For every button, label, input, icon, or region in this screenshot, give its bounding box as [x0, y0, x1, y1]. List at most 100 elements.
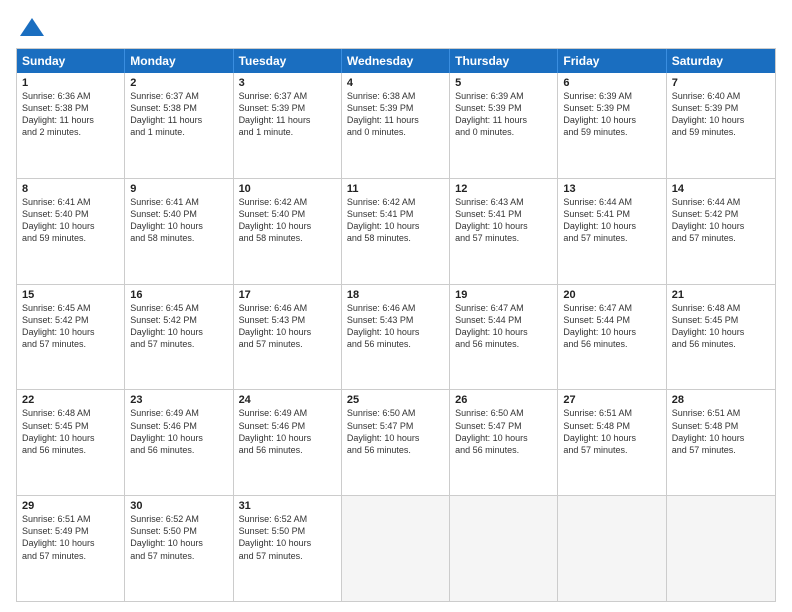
day-number: 20	[563, 289, 660, 301]
day-number: 27	[563, 394, 660, 406]
day-number: 14	[672, 183, 770, 195]
calendar-cell: 3Sunrise: 6:37 AM Sunset: 5:39 PM Daylig…	[234, 73, 342, 178]
day-info: Sunrise: 6:37 AM Sunset: 5:39 PM Dayligh…	[239, 90, 336, 139]
calendar-cell: 15Sunrise: 6:45 AM Sunset: 5:42 PM Dayli…	[17, 285, 125, 390]
day-info: Sunrise: 6:46 AM Sunset: 5:43 PM Dayligh…	[347, 302, 444, 351]
calendar-cell: 30Sunrise: 6:52 AM Sunset: 5:50 PM Dayli…	[125, 496, 233, 601]
calendar-cell: 17Sunrise: 6:46 AM Sunset: 5:43 PM Dayli…	[234, 285, 342, 390]
day-info: Sunrise: 6:51 AM Sunset: 5:49 PM Dayligh…	[22, 513, 119, 562]
calendar-cell: 23Sunrise: 6:49 AM Sunset: 5:46 PM Dayli…	[125, 390, 233, 495]
day-number: 8	[22, 183, 119, 195]
calendar-row-4: 29Sunrise: 6:51 AM Sunset: 5:49 PM Dayli…	[17, 495, 775, 601]
day-info: Sunrise: 6:48 AM Sunset: 5:45 PM Dayligh…	[672, 302, 770, 351]
day-number: 2	[130, 77, 227, 89]
day-number: 26	[455, 394, 552, 406]
calendar-cell: 4Sunrise: 6:38 AM Sunset: 5:39 PM Daylig…	[342, 73, 450, 178]
calendar-cell: 19Sunrise: 6:47 AM Sunset: 5:44 PM Dayli…	[450, 285, 558, 390]
day-number: 21	[672, 289, 770, 301]
day-info: Sunrise: 6:50 AM Sunset: 5:47 PM Dayligh…	[347, 407, 444, 456]
calendar-cell: 7Sunrise: 6:40 AM Sunset: 5:39 PM Daylig…	[667, 73, 775, 178]
weekday-header-tuesday: Tuesday	[234, 49, 342, 73]
day-number: 23	[130, 394, 227, 406]
day-number: 13	[563, 183, 660, 195]
weekday-header-saturday: Saturday	[667, 49, 775, 73]
calendar-cell: 16Sunrise: 6:45 AM Sunset: 5:42 PM Dayli…	[125, 285, 233, 390]
calendar-cell	[558, 496, 666, 601]
calendar-body: 1Sunrise: 6:36 AM Sunset: 5:38 PM Daylig…	[17, 73, 775, 601]
day-info: Sunrise: 6:39 AM Sunset: 5:39 PM Dayligh…	[455, 90, 552, 139]
day-number: 29	[22, 500, 119, 512]
calendar-cell: 18Sunrise: 6:46 AM Sunset: 5:43 PM Dayli…	[342, 285, 450, 390]
day-info: Sunrise: 6:38 AM Sunset: 5:39 PM Dayligh…	[347, 90, 444, 139]
day-number: 17	[239, 289, 336, 301]
calendar-row-1: 8Sunrise: 6:41 AM Sunset: 5:40 PM Daylig…	[17, 178, 775, 284]
day-info: Sunrise: 6:45 AM Sunset: 5:42 PM Dayligh…	[22, 302, 119, 351]
day-info: Sunrise: 6:41 AM Sunset: 5:40 PM Dayligh…	[130, 196, 227, 245]
day-info: Sunrise: 6:49 AM Sunset: 5:46 PM Dayligh…	[130, 407, 227, 456]
day-info: Sunrise: 6:52 AM Sunset: 5:50 PM Dayligh…	[239, 513, 336, 562]
day-info: Sunrise: 6:40 AM Sunset: 5:39 PM Dayligh…	[672, 90, 770, 139]
calendar-cell	[667, 496, 775, 601]
day-number: 24	[239, 394, 336, 406]
calendar-cell: 28Sunrise: 6:51 AM Sunset: 5:48 PM Dayli…	[667, 390, 775, 495]
day-number: 12	[455, 183, 552, 195]
day-info: Sunrise: 6:42 AM Sunset: 5:40 PM Dayligh…	[239, 196, 336, 245]
day-number: 19	[455, 289, 552, 301]
logo-icon	[18, 14, 46, 42]
calendar-row-0: 1Sunrise: 6:36 AM Sunset: 5:38 PM Daylig…	[17, 73, 775, 178]
day-info: Sunrise: 6:36 AM Sunset: 5:38 PM Dayligh…	[22, 90, 119, 139]
day-number: 31	[239, 500, 336, 512]
weekday-header-friday: Friday	[558, 49, 666, 73]
calendar-cell: 14Sunrise: 6:44 AM Sunset: 5:42 PM Dayli…	[667, 179, 775, 284]
day-info: Sunrise: 6:39 AM Sunset: 5:39 PM Dayligh…	[563, 90, 660, 139]
day-number: 16	[130, 289, 227, 301]
calendar-cell: 24Sunrise: 6:49 AM Sunset: 5:46 PM Dayli…	[234, 390, 342, 495]
calendar-cell: 26Sunrise: 6:50 AM Sunset: 5:47 PM Dayli…	[450, 390, 558, 495]
calendar-cell: 21Sunrise: 6:48 AM Sunset: 5:45 PM Dayli…	[667, 285, 775, 390]
day-info: Sunrise: 6:44 AM Sunset: 5:42 PM Dayligh…	[672, 196, 770, 245]
page: SundayMondayTuesdayWednesdayThursdayFrid…	[0, 0, 792, 612]
calendar-cell: 25Sunrise: 6:50 AM Sunset: 5:47 PM Dayli…	[342, 390, 450, 495]
day-info: Sunrise: 6:49 AM Sunset: 5:46 PM Dayligh…	[239, 407, 336, 456]
calendar-row-3: 22Sunrise: 6:48 AM Sunset: 5:45 PM Dayli…	[17, 389, 775, 495]
calendar-cell: 5Sunrise: 6:39 AM Sunset: 5:39 PM Daylig…	[450, 73, 558, 178]
calendar-cell: 13Sunrise: 6:44 AM Sunset: 5:41 PM Dayli…	[558, 179, 666, 284]
day-number: 6	[563, 77, 660, 89]
day-info: Sunrise: 6:43 AM Sunset: 5:41 PM Dayligh…	[455, 196, 552, 245]
day-info: Sunrise: 6:46 AM Sunset: 5:43 PM Dayligh…	[239, 302, 336, 351]
day-info: Sunrise: 6:41 AM Sunset: 5:40 PM Dayligh…	[22, 196, 119, 245]
day-number: 22	[22, 394, 119, 406]
day-info: Sunrise: 6:52 AM Sunset: 5:50 PM Dayligh…	[130, 513, 227, 562]
calendar-cell: 8Sunrise: 6:41 AM Sunset: 5:40 PM Daylig…	[17, 179, 125, 284]
calendar-cell: 6Sunrise: 6:39 AM Sunset: 5:39 PM Daylig…	[558, 73, 666, 178]
calendar-cell: 29Sunrise: 6:51 AM Sunset: 5:49 PM Dayli…	[17, 496, 125, 601]
calendar-cell	[342, 496, 450, 601]
logo	[16, 14, 46, 42]
weekday-header-thursday: Thursday	[450, 49, 558, 73]
day-info: Sunrise: 6:51 AM Sunset: 5:48 PM Dayligh…	[563, 407, 660, 456]
day-info: Sunrise: 6:37 AM Sunset: 5:38 PM Dayligh…	[130, 90, 227, 139]
calendar-cell: 2Sunrise: 6:37 AM Sunset: 5:38 PM Daylig…	[125, 73, 233, 178]
calendar-cell: 11Sunrise: 6:42 AM Sunset: 5:41 PM Dayli…	[342, 179, 450, 284]
calendar-cell: 22Sunrise: 6:48 AM Sunset: 5:45 PM Dayli…	[17, 390, 125, 495]
day-info: Sunrise: 6:47 AM Sunset: 5:44 PM Dayligh…	[455, 302, 552, 351]
calendar-header: SundayMondayTuesdayWednesdayThursdayFrid…	[17, 49, 775, 73]
header	[16, 10, 776, 42]
calendar-cell	[450, 496, 558, 601]
calendar-cell: 31Sunrise: 6:52 AM Sunset: 5:50 PM Dayli…	[234, 496, 342, 601]
day-number: 28	[672, 394, 770, 406]
day-number: 10	[239, 183, 336, 195]
calendar-cell: 12Sunrise: 6:43 AM Sunset: 5:41 PM Dayli…	[450, 179, 558, 284]
weekday-header-sunday: Sunday	[17, 49, 125, 73]
day-info: Sunrise: 6:51 AM Sunset: 5:48 PM Dayligh…	[672, 407, 770, 456]
day-info: Sunrise: 6:45 AM Sunset: 5:42 PM Dayligh…	[130, 302, 227, 351]
calendar-cell: 1Sunrise: 6:36 AM Sunset: 5:38 PM Daylig…	[17, 73, 125, 178]
day-number: 15	[22, 289, 119, 301]
day-info: Sunrise: 6:44 AM Sunset: 5:41 PM Dayligh…	[563, 196, 660, 245]
calendar-cell: 10Sunrise: 6:42 AM Sunset: 5:40 PM Dayli…	[234, 179, 342, 284]
day-info: Sunrise: 6:47 AM Sunset: 5:44 PM Dayligh…	[563, 302, 660, 351]
calendar: SundayMondayTuesdayWednesdayThursdayFrid…	[16, 48, 776, 602]
day-number: 3	[239, 77, 336, 89]
day-number: 1	[22, 77, 119, 89]
day-number: 7	[672, 77, 770, 89]
